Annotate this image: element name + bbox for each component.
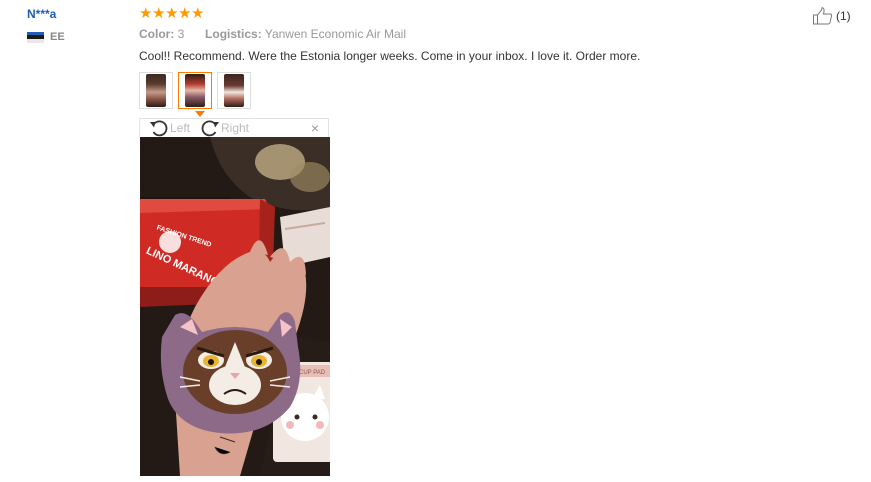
color-value: 3 xyxy=(177,27,185,41)
logistics-label: Logistics: xyxy=(205,27,262,41)
star-icon: ★ xyxy=(178,5,192,22)
photo-thumbnail[interactable] xyxy=(139,72,173,109)
active-thumbnail-caret xyxy=(195,111,205,117)
photo-thumbnail-active[interactable] xyxy=(178,72,212,109)
helpful-count: (1) xyxy=(836,9,851,23)
estonia-flag-icon xyxy=(27,31,44,43)
review-photo: FASHION TREND LINO MARANO CUTE CUP PAD xyxy=(140,137,330,476)
rotate-right-icon xyxy=(201,120,219,137)
reviewer-name[interactable]: N***a xyxy=(27,7,56,21)
color-label: Color: xyxy=(139,27,175,41)
star-icon: ★ xyxy=(191,5,205,22)
order-info: Color: 3 Logistics: Yanwen Economic Air … xyxy=(139,27,406,41)
helpful-button[interactable]: (1) xyxy=(812,7,851,25)
star-icon: ★ xyxy=(152,5,166,22)
star-icon: ★ xyxy=(139,5,153,22)
rotate-left-label: Left xyxy=(170,121,191,135)
photo-viewer-toolbar: Left Right × xyxy=(139,118,329,137)
star-icon: ★ xyxy=(165,5,179,22)
country-code: EE xyxy=(50,31,65,43)
review-photo-image: FASHION TREND LINO MARANO CUTE CUP PAD xyxy=(140,137,330,476)
star-rating: ★ ★ ★ ★ ★ xyxy=(139,6,204,22)
rotate-left-button[interactable]: Left xyxy=(149,119,190,137)
photo-thumbnail[interactable] xyxy=(217,72,251,109)
close-viewer-button[interactable]: × xyxy=(311,121,319,135)
rotate-left-icon xyxy=(150,120,168,137)
review-text: Cool!! Recommend. Were the Estonia longe… xyxy=(139,49,641,63)
thumbs-up-icon xyxy=(813,7,833,25)
photo-thumbnails xyxy=(139,72,251,109)
rotate-right-label: Right xyxy=(221,121,250,135)
logistics-value: Yanwen Economic Air Mail xyxy=(264,27,407,41)
rotate-right-button[interactable]: Right xyxy=(200,119,249,137)
reviewer-country: EE xyxy=(27,31,65,43)
